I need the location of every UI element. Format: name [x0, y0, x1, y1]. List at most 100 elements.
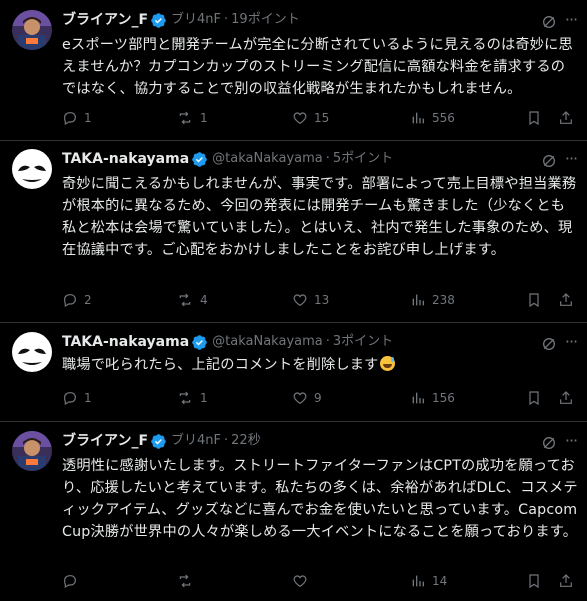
like-count: 9	[314, 391, 322, 405]
avatar[interactable]	[12, 431, 52, 471]
timestamp[interactable]: 5ポイント	[333, 149, 393, 169]
share-button[interactable]	[558, 388, 580, 408]
views-button[interactable]: 14	[410, 571, 447, 591]
bookmark-icon	[529, 574, 539, 589]
display-name[interactable]: TAKA-nakayama	[62, 149, 189, 169]
grok-icon[interactable]	[541, 14, 557, 30]
reply-button[interactable]	[62, 571, 84, 591]
verified-badge-icon	[192, 334, 207, 350]
separator: ·	[224, 12, 229, 27]
reply-count: 1	[84, 391, 92, 405]
bookmark-button[interactable]	[526, 108, 548, 128]
post[interactable]: ブライアン_F ブリ4nF · 22秒 ··· 透明性に感謝いたします。ストリー…	[0, 431, 587, 601]
timestamp[interactable]: 22秒	[231, 431, 261, 451]
share-button[interactable]	[558, 571, 580, 591]
separator: ·	[224, 433, 229, 448]
repost-button[interactable]: 1	[176, 388, 208, 408]
display-name[interactable]: ブライアン_F	[62, 10, 148, 30]
more-icon[interactable]: ···	[562, 151, 580, 169]
like-button[interactable]	[292, 571, 314, 591]
grok-icon[interactable]	[541, 435, 557, 451]
timestamp[interactable]: 3ポイント	[333, 332, 393, 352]
views-icon	[412, 392, 424, 404]
bookmark-button[interactable]	[526, 571, 548, 591]
timestamp[interactable]: 19ポイント	[231, 10, 300, 30]
bookmark-button[interactable]	[526, 290, 548, 310]
share-icon	[560, 293, 572, 306]
views-button[interactable]: 156	[410, 388, 455, 408]
repost-icon	[179, 574, 191, 588]
bookmark-icon	[529, 391, 539, 406]
post-actions: 1 1 9 156	[56, 388, 576, 408]
bookmark-icon	[529, 111, 539, 126]
grok-icon[interactable]	[541, 153, 557, 169]
post-actions: 1 1 15 556	[56, 108, 576, 128]
views-button[interactable]: 556	[410, 108, 455, 128]
reply-count: 2	[84, 293, 92, 307]
sweat-smile-emoji	[379, 356, 395, 371]
avatar[interactable]	[12, 149, 52, 189]
reply-button[interactable]: 2	[62, 290, 92, 310]
like-button[interactable]: 13	[292, 290, 329, 310]
grok-icon[interactable]	[541, 336, 557, 352]
reply-button[interactable]: 1	[62, 388, 92, 408]
repost-button[interactable]: 4	[176, 290, 208, 310]
views-count: 14	[432, 574, 448, 588]
like-icon	[293, 575, 307, 588]
like-count: 15	[314, 111, 330, 125]
reply-button[interactable]: 1	[62, 108, 92, 128]
more-icon[interactable]: ···	[562, 334, 580, 352]
post-text: 職場で叱られたら、上記のコメントを削除します	[62, 357, 379, 373]
share-icon	[560, 111, 572, 124]
divider	[0, 140, 587, 141]
repost-icon	[179, 293, 191, 307]
more-icon[interactable]: ···	[562, 12, 580, 30]
reply-count: 1	[84, 111, 92, 125]
post-header: TAKA-nakayama @takaNakayama · 5ポイント	[62, 149, 393, 169]
views-icon	[412, 294, 424, 306]
like-button[interactable]: 9	[292, 388, 322, 408]
like-icon	[293, 392, 307, 405]
post[interactable]: TAKA-nakayama @takaNakayama · 3ポイント ··· …	[0, 332, 587, 412]
repost-icon	[179, 111, 191, 125]
like-button[interactable]: 15	[292, 108, 329, 128]
repost-count: 4	[200, 293, 208, 307]
repost-count: 1	[200, 391, 208, 405]
repost-button[interactable]: 1	[176, 108, 208, 128]
avatar[interactable]	[12, 10, 52, 50]
views-count: 556	[432, 111, 455, 125]
share-icon	[560, 391, 572, 404]
post-text: 奇妙に聞こえるかもしれませんが、事実です。部署によって売上目標や担当業務が根本的…	[62, 176, 577, 258]
views-count: 238	[432, 293, 455, 307]
post-text-container: 職場で叱られたら、上記のコメントを削除します	[62, 354, 578, 376]
verified-badge-icon	[151, 12, 166, 28]
like-count: 13	[314, 293, 330, 307]
post-header: ブライアン_F ブリ4nF · 19ポイント	[62, 10, 300, 30]
divider	[0, 322, 587, 323]
more-icon[interactable]: ···	[562, 433, 580, 451]
like-icon	[293, 112, 307, 125]
bookmark-button[interactable]	[526, 388, 548, 408]
repost-button[interactable]	[176, 571, 200, 591]
separator: ·	[325, 334, 330, 349]
post-text: eスポーツ部門と開発チームが完全に分断されているように見えるのは奇妙に思えません…	[62, 37, 573, 97]
account-meta: ブリ4nF	[171, 12, 222, 27]
share-button[interactable]	[558, 290, 580, 310]
avatar[interactable]	[12, 332, 52, 372]
account-meta: ブリ4nF	[171, 433, 222, 448]
handle[interactable]: @takaNakayama	[212, 332, 323, 352]
post-header: ブライアン_F ブリ4nF · 22秒	[62, 431, 261, 451]
views-icon	[412, 575, 424, 587]
views-count: 156	[432, 391, 455, 405]
display-name[interactable]: TAKA-nakayama	[62, 332, 189, 352]
bookmark-icon	[529, 293, 539, 308]
reply-thread: ブライアン_F ブリ4nF · 19ポイント ··· eスポーツ部門と開発チーム…	[0, 0, 587, 601]
views-button[interactable]: 238	[410, 290, 455, 310]
share-button[interactable]	[558, 108, 580, 128]
display-name[interactable]: ブライアン_F	[62, 431, 148, 451]
post[interactable]: TAKA-nakayama @takaNakayama · 5ポイント ··· …	[0, 149, 587, 314]
repost-icon	[179, 391, 191, 405]
post[interactable]: ブライアン_F ブリ4nF · 19ポイント ··· eスポーツ部門と開発チーム…	[0, 10, 587, 130]
handle[interactable]: @takaNakayama	[212, 149, 323, 169]
views-icon	[412, 112, 424, 124]
